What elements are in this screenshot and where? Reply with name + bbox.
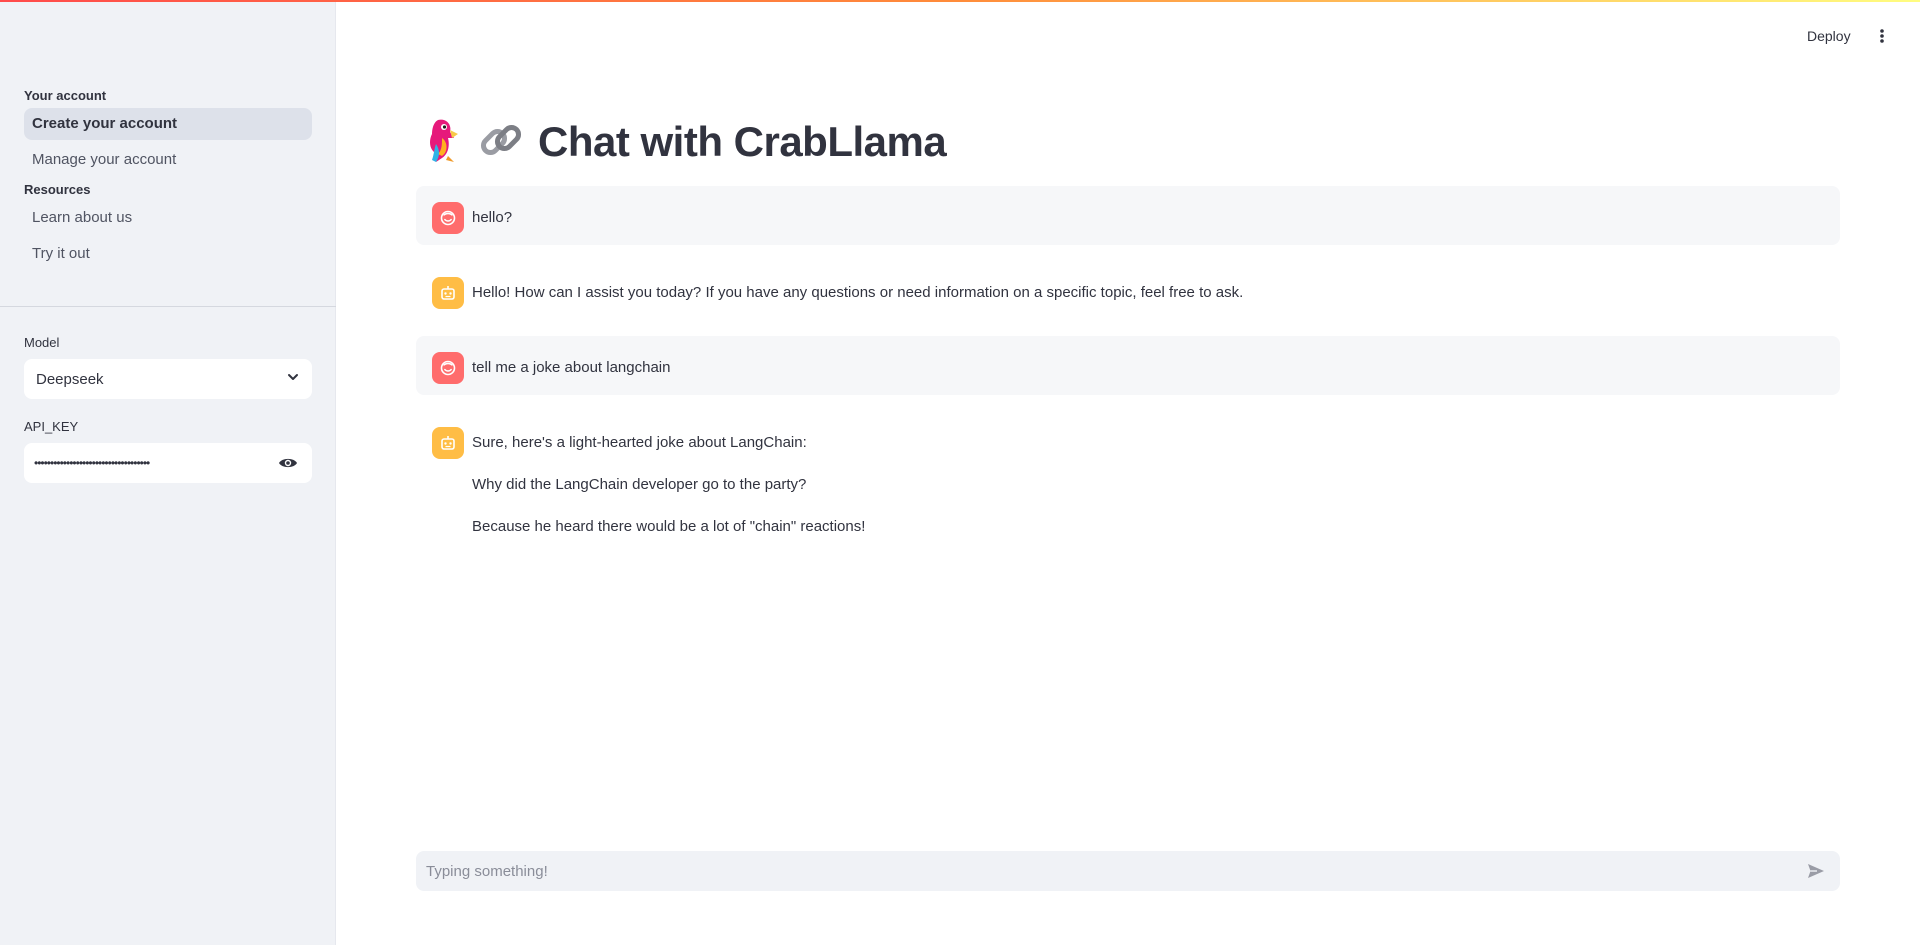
message-text: hello? bbox=[472, 209, 513, 226]
api-key-field[interactable]: •••••••••••••••••••••••••••••••••••• bbox=[24, 443, 312, 483]
message-text: Why did the LangChain developer go to th… bbox=[472, 476, 807, 493]
model-select-value: Deepseek bbox=[36, 370, 104, 388]
chat-input[interactable] bbox=[426, 862, 1802, 880]
sidebar-item-try-it-out[interactable]: Try it out bbox=[24, 238, 312, 270]
message-text: Because he heard there would be a lot of… bbox=[472, 518, 866, 535]
eye-icon[interactable] bbox=[274, 449, 302, 477]
deploy-button[interactable]: Deploy bbox=[1801, 24, 1857, 48]
assistant-avatar-icon bbox=[432, 277, 464, 309]
nav-section-title: Resources bbox=[24, 182, 91, 197]
chat-message-user: hello? bbox=[416, 186, 1840, 245]
chat-message-user: tell me a joke about langchain bbox=[416, 336, 1840, 395]
send-icon[interactable] bbox=[1802, 857, 1830, 885]
chat-message-assistant: Hello! How can I assist you today? If yo… bbox=[416, 261, 1840, 320]
assistant-avatar-icon bbox=[432, 427, 464, 459]
sidebar-item-learn-about-us[interactable]: Learn about us bbox=[24, 202, 312, 234]
chevron-down-icon bbox=[286, 370, 300, 388]
nav-section-title: Your account bbox=[24, 88, 107, 103]
sidebar-item-create-account[interactable]: Create your account bbox=[24, 108, 312, 140]
title-row: Chat with CrabLlama bbox=[420, 112, 947, 172]
message-text: Sure, here's a light-hearted joke about … bbox=[472, 434, 807, 451]
sidebar: Your account Create your account Manage … bbox=[0, 0, 336, 945]
page-title: Chat with CrabLlama bbox=[538, 118, 947, 165]
chat-messages: hello? Hello! How can I assist you today… bbox=[416, 186, 1840, 570]
message-text: tell me a joke about langchain bbox=[472, 359, 671, 376]
top-decoration-bar bbox=[0, 0, 1920, 2]
sidebar-nav: Your account Create your account Manage … bbox=[24, 86, 312, 274]
user-avatar-icon bbox=[432, 352, 464, 384]
user-avatar-icon bbox=[432, 202, 464, 234]
api-key-value: •••••••••••••••••••••••••••••••••••• bbox=[34, 456, 150, 470]
chat-input-bar bbox=[416, 851, 1840, 891]
parrot-icon bbox=[420, 116, 464, 169]
api-key-label: API_KEY bbox=[24, 419, 79, 434]
vertical-dots-icon[interactable] bbox=[1872, 24, 1892, 48]
sidebar-divider bbox=[0, 306, 336, 307]
link-icon bbox=[478, 117, 524, 168]
sidebar-item-manage-account[interactable]: Manage your account bbox=[24, 144, 312, 176]
chat-message-assistant: Sure, here's a light-hearted joke about … bbox=[416, 411, 1840, 554]
model-label: Model bbox=[24, 335, 60, 350]
model-select[interactable]: Deepseek bbox=[24, 359, 312, 399]
message-text: Hello! How can I assist you today? If yo… bbox=[472, 284, 1244, 301]
